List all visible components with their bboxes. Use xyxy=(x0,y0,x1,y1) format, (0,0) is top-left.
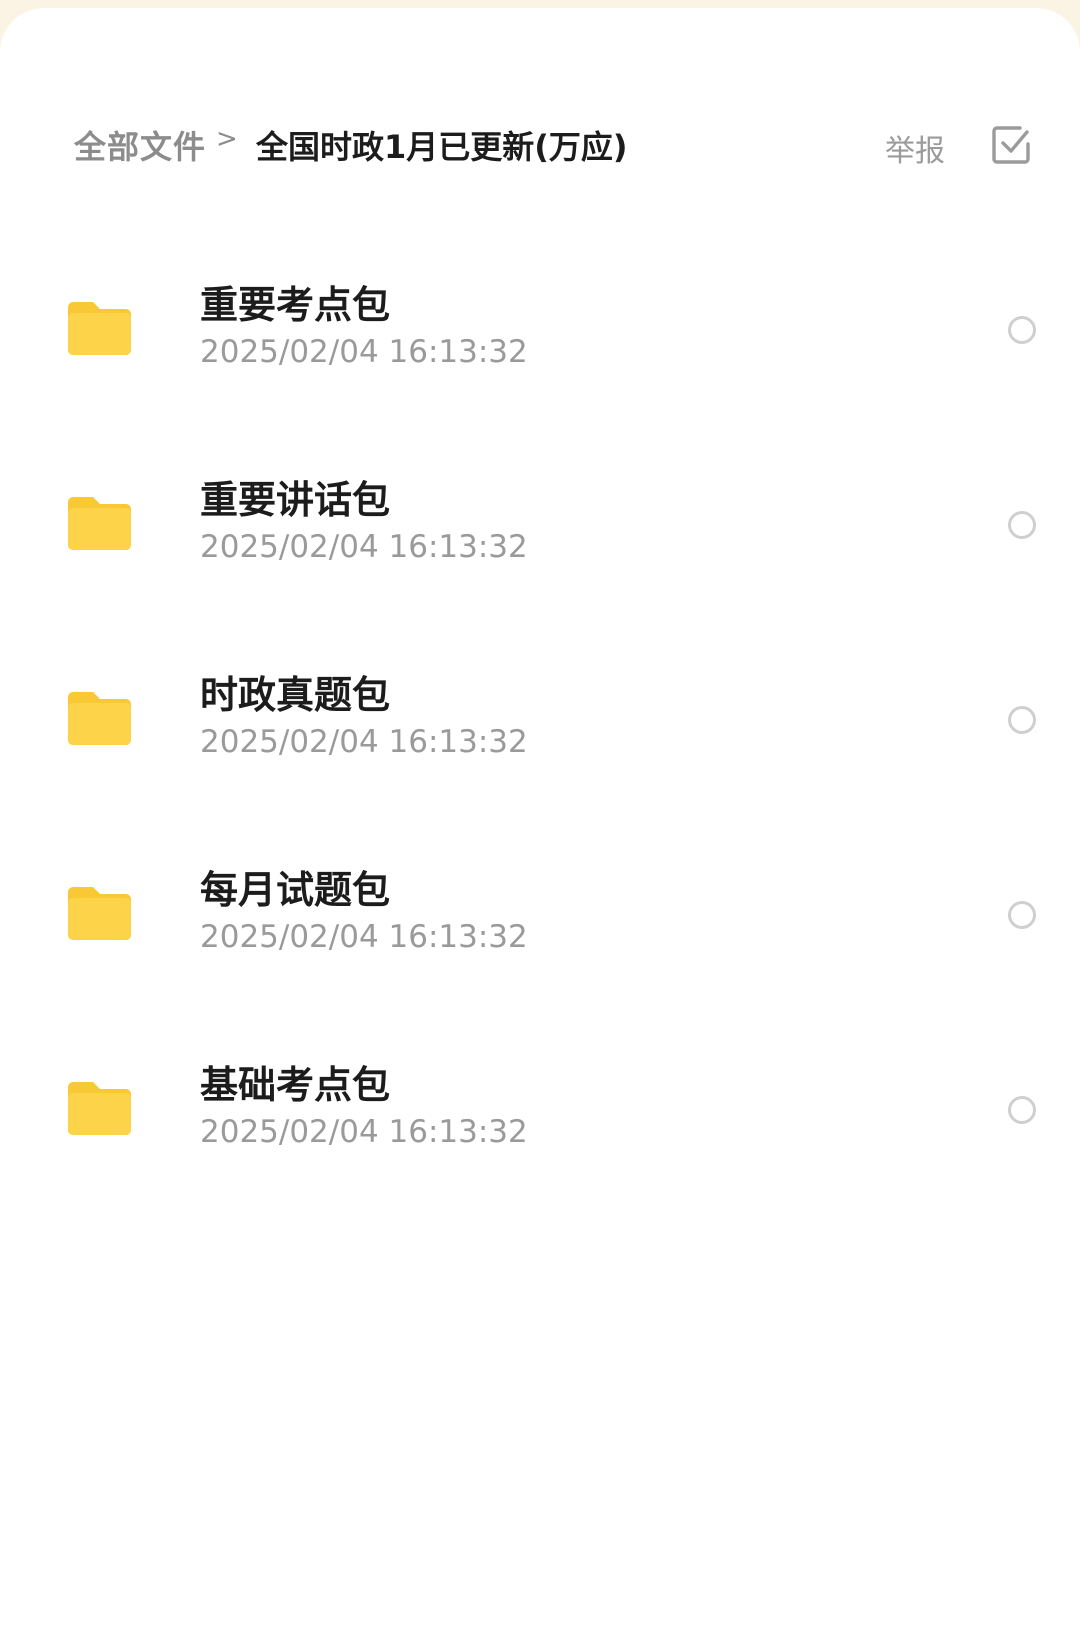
select-radio[interactable] xyxy=(1008,706,1036,734)
breadcrumb-root[interactable]: 全部文件 xyxy=(74,122,206,168)
folder-icon xyxy=(68,302,131,355)
select-radio[interactable] xyxy=(1008,316,1036,344)
breadcrumb-separator: > xyxy=(216,124,238,154)
folder-icon xyxy=(68,887,131,940)
list-item[interactable]: 基础考点包 2025/02/04 16:13:32 xyxy=(0,1036,1080,1231)
folder-icon xyxy=(68,497,131,550)
file-timestamp: 2025/02/04 16:13:32 xyxy=(200,529,528,565)
list-item[interactable]: 每月试题包 2025/02/04 16:13:32 xyxy=(0,841,1080,1036)
file-name: 时政真题包 xyxy=(200,673,391,717)
folder-icon xyxy=(68,1082,131,1135)
file-timestamp: 2025/02/04 16:13:32 xyxy=(200,334,528,370)
list-item[interactable]: 重要讲话包 2025/02/04 16:13:32 xyxy=(0,451,1080,646)
folder-icon xyxy=(68,692,131,745)
file-name: 基础考点包 xyxy=(200,1063,391,1107)
file-timestamp: 2025/02/04 16:13:32 xyxy=(200,919,528,955)
list-item[interactable]: 重要考点包 2025/02/04 16:13:32 xyxy=(0,256,1080,451)
checkbox-icon[interactable] xyxy=(990,124,1032,166)
file-name: 重要考点包 xyxy=(200,283,391,327)
file-timestamp: 2025/02/04 16:13:32 xyxy=(200,1114,528,1150)
select-radio[interactable] xyxy=(1008,511,1036,539)
file-timestamp: 2025/02/04 16:13:32 xyxy=(200,724,528,760)
select-radio[interactable] xyxy=(1008,901,1036,929)
file-browser-sheet: 全部文件 > 全国时政1月已更新(万应) 举报 重要考点包 2025/02/04… xyxy=(0,8,1080,1627)
file-list: 重要考点包 2025/02/04 16:13:32 重要讲话包 2025/02/… xyxy=(0,256,1080,1231)
report-button[interactable]: 举报 xyxy=(885,126,945,170)
list-item[interactable]: 时政真题包 2025/02/04 16:13:32 xyxy=(0,646,1080,841)
header-bar: 全部文件 > 全国时政1月已更新(万应) 举报 xyxy=(0,108,1080,184)
breadcrumb-current: 全国时政1月已更新(万应) xyxy=(256,128,628,166)
file-name: 重要讲话包 xyxy=(200,478,391,522)
file-name: 每月试题包 xyxy=(200,868,391,912)
select-radio[interactable] xyxy=(1008,1096,1036,1124)
